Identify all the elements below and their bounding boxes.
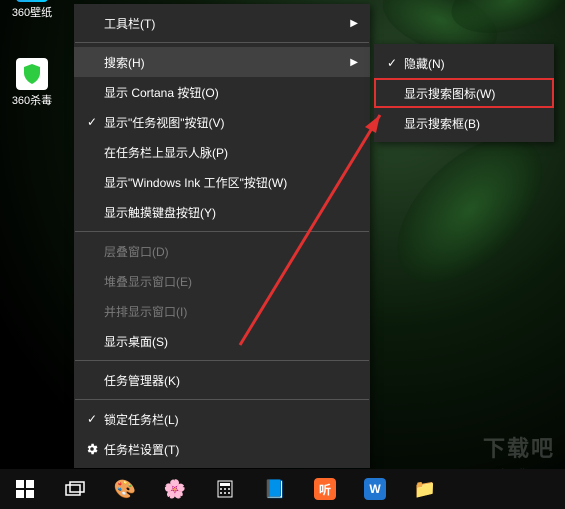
menu-label: 显示 Cortana 按钮(O) <box>102 84 358 101</box>
taskbar-app-folder[interactable]: 📁 <box>402 469 448 509</box>
photo-icon <box>16 0 48 2</box>
menu-label: 显示"Windows Ink 工作区"按钮(W) <box>102 174 358 191</box>
menu-label: 显示桌面(S) <box>102 333 358 350</box>
menu-separator <box>75 399 369 400</box>
menu-label: 锁定任务栏(L) <box>102 411 358 428</box>
windows-icon <box>13 477 37 501</box>
desktop-icon-label: 360杀毒 <box>2 92 62 108</box>
menu-label: 显示搜索图标(W) <box>402 85 542 102</box>
menu-item-toolbar[interactable]: 工具栏(T) ▶ <box>74 8 370 38</box>
palette-icon: 🎨 <box>113 477 137 501</box>
menu-item-ink[interactable]: 显示"Windows Ink 工作区"按钮(W) <box>74 167 370 197</box>
menu-item-taskview[interactable]: ✓ 显示"任务视图"按钮(V) <box>74 107 370 137</box>
taskbar-app-flower[interactable]: 🌸 <box>152 469 198 509</box>
taskbar-app-book[interactable]: 📘 <box>252 469 298 509</box>
gear-icon <box>82 442 102 456</box>
taskbar-app-wps[interactable]: W <box>352 469 398 509</box>
folder-icon: 📁 <box>413 477 437 501</box>
desktop-icon-antivirus[interactable]: 360杀毒 <box>2 58 62 108</box>
menu-item-sidebyside: 并排显示窗口(I) <box>74 296 370 326</box>
submenu-item-show-icon[interactable]: 显示搜索图标(W) <box>374 78 554 108</box>
desktop-icon-label: 360壁纸 <box>2 4 62 20</box>
book-icon: 📘 <box>263 477 287 501</box>
menu-label: 搜索(H) <box>102 54 346 71</box>
taskbar: 🎨 🌸 📘 听 W 📁 <box>0 469 565 509</box>
taskview-icon <box>63 477 87 501</box>
submenu-item-show-box[interactable]: 显示搜索框(B) <box>374 108 554 138</box>
menu-label: 显示触摸键盘按钮(Y) <box>102 204 358 221</box>
menu-item-taskmgr[interactable]: 任务管理器(K) <box>74 365 370 395</box>
check-icon: ✓ <box>382 56 402 70</box>
shield-icon <box>16 58 48 90</box>
menu-item-cortana[interactable]: 显示 Cortana 按钮(O) <box>74 77 370 107</box>
menu-label: 隐藏(N) <box>402 55 542 72</box>
menu-item-people[interactable]: 在任务栏上显示人脉(P) <box>74 137 370 167</box>
menu-label: 显示"任务视图"按钮(V) <box>102 114 358 131</box>
menu-label: 并排显示窗口(I) <box>102 303 358 320</box>
flower-icon: 🌸 <box>163 477 187 501</box>
menu-label: 层叠窗口(D) <box>102 243 358 260</box>
menu-item-settings[interactable]: 任务栏设置(T) <box>74 434 370 464</box>
search-submenu: ✓ 隐藏(N) 显示搜索图标(W) 显示搜索框(B) <box>374 44 554 142</box>
app-icon: 听 <box>314 478 336 500</box>
menu-item-showdesktop[interactable]: 显示桌面(S) <box>74 326 370 356</box>
menu-separator <box>75 360 369 361</box>
check-icon: ✓ <box>82 115 102 129</box>
menu-item-search[interactable]: 搜索(H) ▶ <box>74 47 370 77</box>
menu-label: 在任务栏上显示人脉(P) <box>102 144 358 161</box>
menu-separator <box>75 231 369 232</box>
menu-item-stacked: 堆叠显示窗口(E) <box>74 266 370 296</box>
taskbar-app-orange[interactable]: 听 <box>302 469 348 509</box>
app-icon: W <box>364 478 386 500</box>
start-button[interactable] <box>2 469 48 509</box>
chevron-right-icon: ▶ <box>346 57 358 68</box>
menu-item-touchkeyboard[interactable]: 显示触摸键盘按钮(Y) <box>74 197 370 227</box>
calculator-icon <box>213 477 237 501</box>
taskview-button[interactable] <box>52 469 98 509</box>
watermark-text: 下载吧 <box>483 431 555 463</box>
menu-item-lock[interactable]: ✓ 锁定任务栏(L) <box>74 404 370 434</box>
taskbar-app-calculator[interactable] <box>202 469 248 509</box>
menu-item-cascade: 层叠窗口(D) <box>74 236 370 266</box>
desktop-icon-wallpaper[interactable]: 360壁纸 <box>2 0 62 20</box>
menu-label: 工具栏(T) <box>102 15 346 32</box>
submenu-item-hidden[interactable]: ✓ 隐藏(N) <box>374 48 554 78</box>
taskbar-context-menu: 工具栏(T) ▶ 搜索(H) ▶ 显示 Cortana 按钮(O) ✓ 显示"任… <box>74 4 370 468</box>
check-icon: ✓ <box>82 412 102 426</box>
taskbar-app-paint[interactable]: 🎨 <box>102 469 148 509</box>
menu-separator <box>75 42 369 43</box>
menu-label: 堆叠显示窗口(E) <box>102 273 358 290</box>
menu-label: 任务管理器(K) <box>102 372 358 389</box>
menu-label: 任务栏设置(T) <box>102 441 358 458</box>
menu-label: 显示搜索框(B) <box>402 115 542 132</box>
chevron-right-icon: ▶ <box>346 18 358 29</box>
